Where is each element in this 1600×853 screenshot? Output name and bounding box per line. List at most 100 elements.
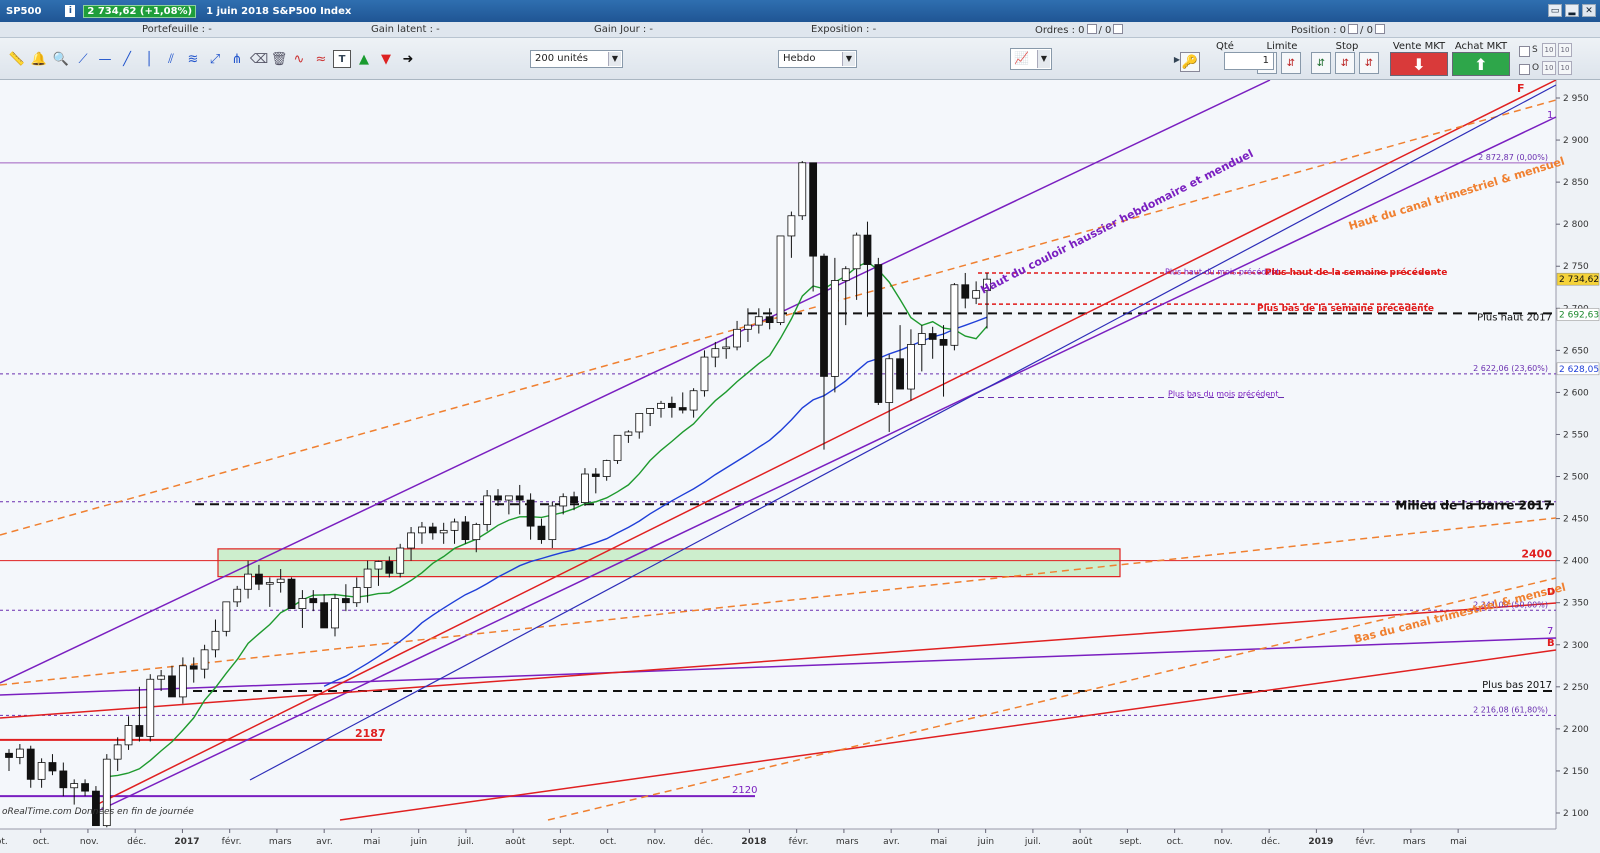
candle-body (765, 316, 774, 323)
o-spinbox[interactable]: 10 (1542, 61, 1556, 75)
horizontal-line-icon[interactable]: — (96, 50, 114, 68)
vente-mkt-button[interactable]: ⬇ (1390, 52, 1448, 76)
candle-body (363, 568, 372, 588)
ruler-icon[interactable]: 📏 (8, 50, 26, 68)
s-spinbox-2[interactable]: 10 (1558, 43, 1572, 57)
info-icon[interactable]: i (65, 5, 76, 17)
x-tick-label: oct. (33, 837, 50, 847)
candle-body (635, 413, 644, 433)
o-spinbox-2[interactable]: 10 (1558, 61, 1572, 75)
candle-body (70, 783, 79, 789)
sell-arrow-icon[interactable]: ▼ (377, 50, 395, 68)
candle-body (157, 675, 166, 680)
candle-body (907, 344, 915, 390)
stop-buy-button[interactable]: ⇵ (1311, 52, 1331, 74)
candle-body (570, 496, 578, 504)
achat-mkt-header: Achat MKT (1454, 41, 1508, 52)
parallel-channel-icon[interactable]: ⫽ (162, 50, 180, 68)
candle-body (59, 770, 68, 789)
chart-area[interactable]: 2 9502 9002 8502 8002 7502 7002 6502 600… (0, 80, 1600, 853)
y-tick-label: 2 550 (1563, 430, 1589, 440)
letter-f-label: F (1517, 82, 1525, 95)
candle-body (874, 264, 883, 403)
indicator2-icon[interactable]: ≈ (312, 50, 330, 68)
candle-body (81, 783, 89, 792)
window-controls: ▭ ▂ ✕ (1548, 4, 1596, 17)
candle-body (700, 356, 709, 392)
x-tick-label: mai (930, 837, 947, 847)
title-bar: SP500 i 2 734,62 (+1,08%) 1 juin 2018 S&… (0, 0, 1600, 22)
instrument-description: 1 juin 2018 S&P500 Index (206, 5, 352, 17)
restore-icon[interactable]: ▭ (1548, 4, 1562, 17)
units-select[interactable]: 200 unités ▼ (530, 50, 623, 68)
candle-body (830, 280, 839, 377)
candle-body (613, 434, 622, 461)
arrows-icon[interactable]: ⤢ (206, 50, 224, 68)
line-icon[interactable]: ╱ (118, 50, 136, 68)
s-spinbox[interactable]: 10 (1542, 43, 1556, 57)
candle-body (939, 339, 948, 346)
candle-body (787, 215, 796, 237)
o-checkbox[interactable] (1519, 64, 1530, 75)
x-tick-label: juil. (457, 837, 474, 847)
delete-icon[interactable]: ⌫ (250, 50, 268, 68)
x-tick-label: avr. (316, 837, 333, 847)
minimize-icon[interactable]: ▂ (1565, 4, 1579, 17)
y-tick-label: 2 300 (1563, 641, 1589, 651)
ma-green-tag: 2 692,63 (1559, 310, 1599, 320)
x-tick-label: mai (363, 837, 380, 847)
candle-body (15, 748, 24, 758)
text-icon[interactable]: T (333, 50, 351, 68)
toolbar: 📏 🔔 🔍 ⟋ — ╱ │ ⫽ ≋ ⤢ ⋔ ⌫ 🗑 ∿ ≈ T ▲ ▼ ➜ 20… (0, 38, 1600, 80)
x-tick-label: nov. (647, 837, 666, 847)
x-tick-label: nov. (1214, 837, 1233, 847)
indicator-icon[interactable]: 🗑 (270, 50, 288, 68)
x-tick-label: déc. (694, 836, 713, 847)
x-tick-label: avr. (883, 837, 900, 847)
ordres-cancel-icon[interactable] (1086, 24, 1097, 34)
y-tick-label: 2 600 (1563, 388, 1589, 398)
qty-input[interactable]: 1 (1224, 52, 1274, 70)
s-checkbox[interactable] (1519, 46, 1530, 57)
candle-body (711, 348, 720, 358)
letter-d-label: D (1547, 587, 1555, 598)
achat-mkt-button[interactable]: ⬆ (1452, 52, 1510, 76)
limite-sell-button[interactable]: ⇵ (1281, 52, 1301, 74)
candle-body (863, 234, 872, 265)
waves-icon[interactable]: ∿ (290, 50, 308, 68)
x-tick-label: 2019 (1308, 837, 1333, 847)
candle-body (5, 752, 13, 758)
key-icon[interactable]: 🔑 (1180, 52, 1200, 72)
close-icon[interactable]: ✕ (1582, 4, 1596, 17)
fibonacci-icon[interactable]: ≋ (184, 50, 202, 68)
price-chart[interactable]: 2 9502 9002 8502 8002 7502 7002 6502 600… (0, 80, 1600, 853)
period-select[interactable]: Hebdo ▼ (778, 50, 857, 68)
stop-extra-button[interactable]: ⇵ (1359, 52, 1379, 74)
stop-sell-button[interactable]: ⇵ (1335, 52, 1355, 74)
zoom-icon[interactable]: 🔍 (52, 50, 70, 68)
x-tick-label: déc. (1261, 836, 1280, 847)
candle-body (961, 284, 970, 299)
candle-body (309, 598, 318, 604)
fibo-618-label: 2 216,08 (61,80%) (1473, 705, 1548, 714)
ordres-link-icon[interactable] (1113, 24, 1124, 34)
x-tick-label: févr. (1356, 836, 1376, 847)
x-tick-label: sept. (0, 837, 8, 847)
candle-body (733, 328, 741, 348)
letter-7-label: 7 (1547, 626, 1553, 637)
plus-haut-2017-label: Plus haut 2017 (1477, 312, 1552, 323)
chart-type-select[interactable]: 📈 ▼ (1010, 48, 1052, 70)
position-link-icon[interactable] (1374, 24, 1385, 34)
right-arrow-icon[interactable]: ➜ (399, 50, 417, 68)
trendline-icon[interactable]: ⟋ (74, 50, 92, 68)
stop-header: Stop (1335, 41, 1359, 52)
alert-bell-icon[interactable]: 🔔 (30, 50, 48, 68)
chevron-down-icon: ▼ (842, 52, 855, 66)
position-cancel-icon[interactable] (1348, 24, 1359, 34)
buy-arrow-icon[interactable]: ▲ (355, 50, 373, 68)
vertical-line-icon[interactable]: │ (140, 50, 158, 68)
x-tick-label: août (505, 837, 526, 847)
x-tick-label: août (1072, 837, 1093, 847)
pitchfork-icon[interactable]: ⋔ (228, 50, 246, 68)
exposition-label: Exposition : - (811, 24, 877, 35)
